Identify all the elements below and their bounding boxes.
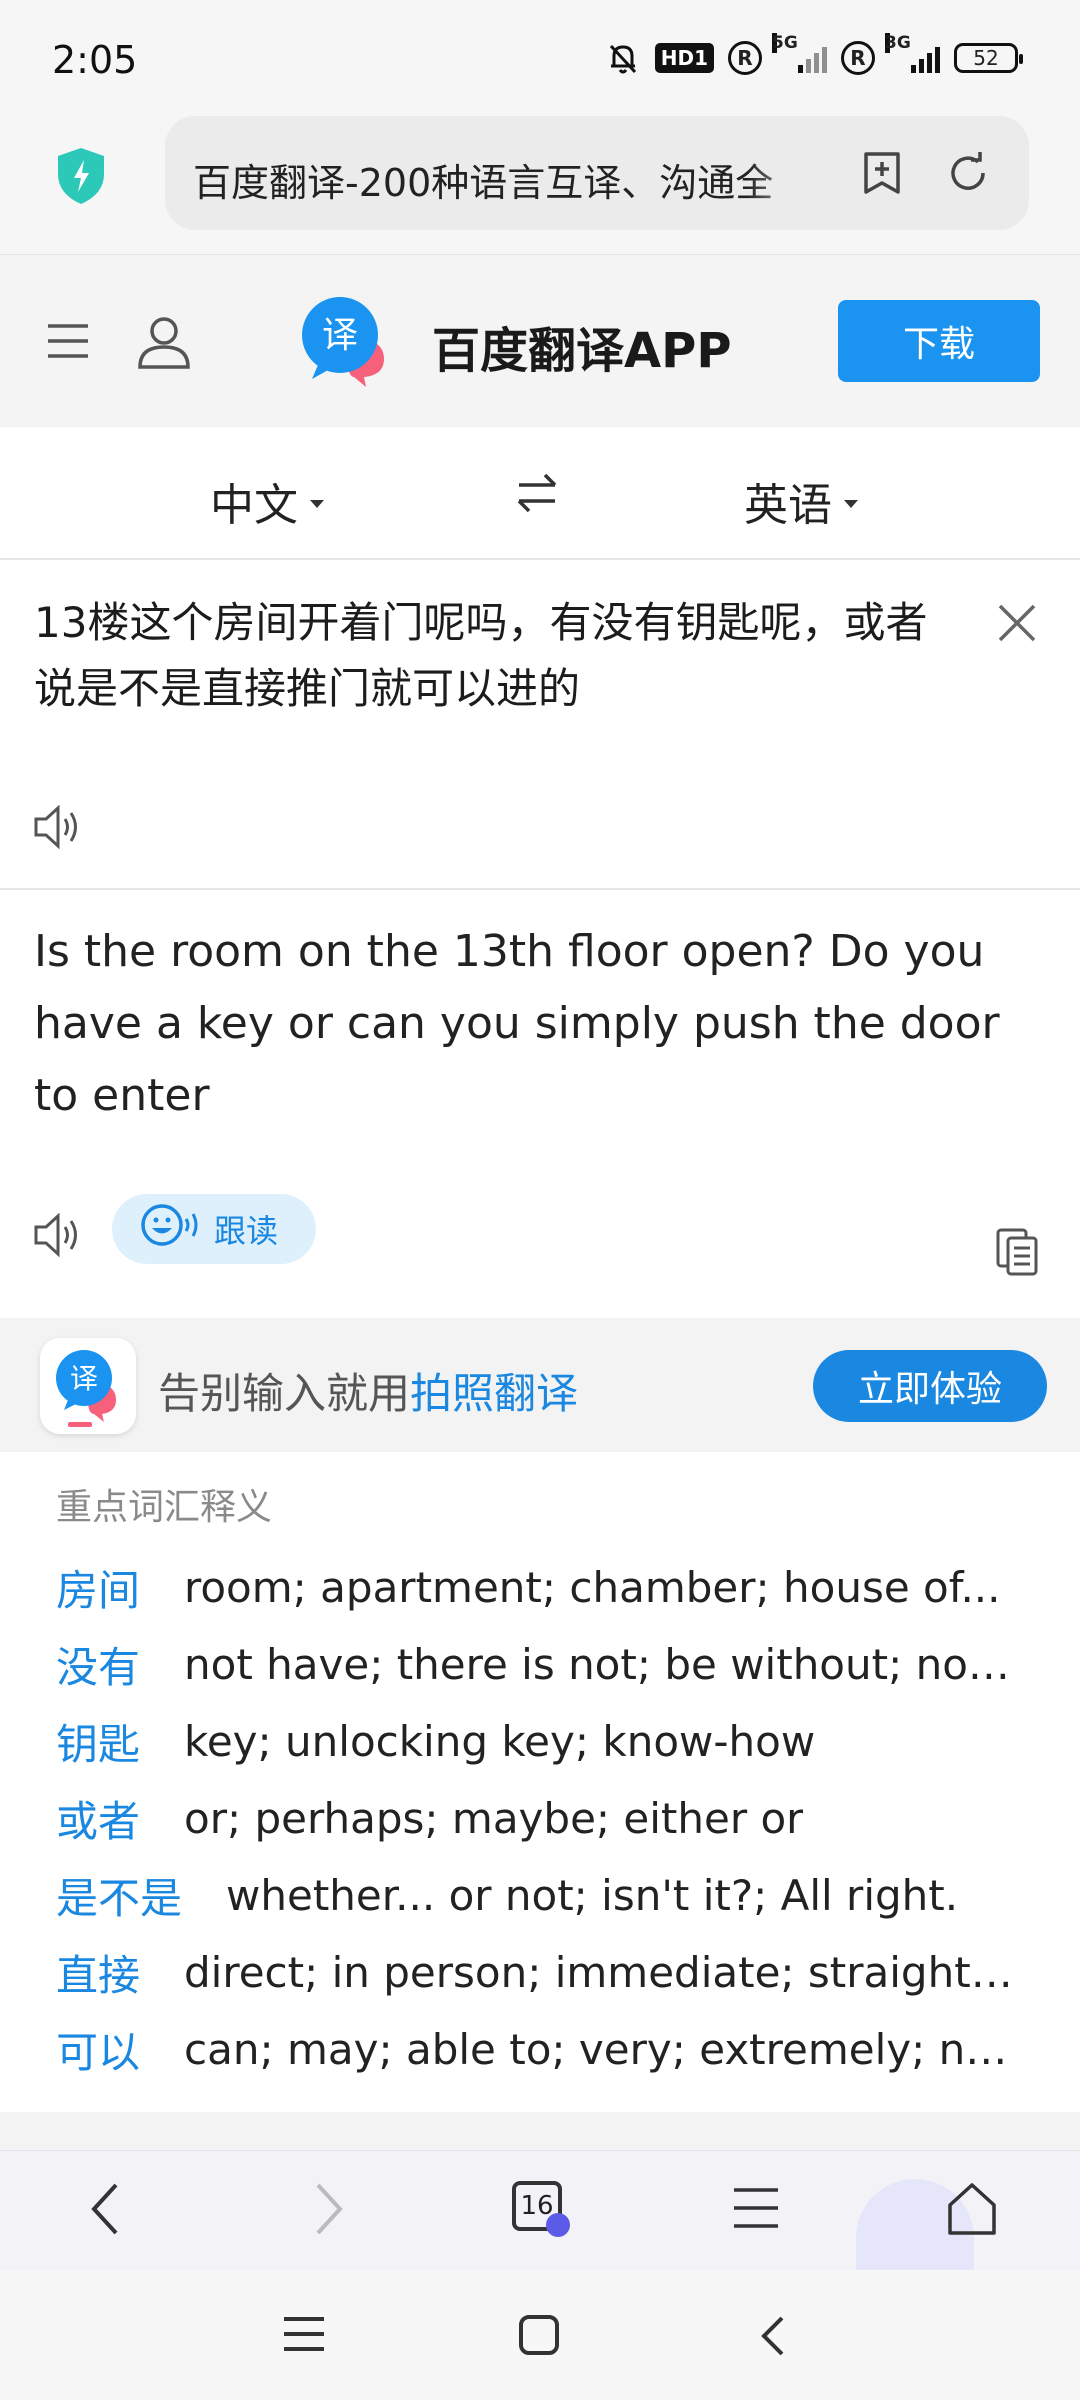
result-speaker-icon[interactable] (32, 1212, 82, 1262)
swap-languages-icon[interactable] (515, 471, 559, 519)
source-language-dropdown[interactable]: 中文 (210, 469, 324, 533)
status-bar: 2:05 HD1 R 5G R 3G 52 (0, 0, 1080, 110)
promo-text: 告别输入就用拍照翻译 (158, 1360, 578, 1421)
browser-bottom-nav: 16 (0, 2150, 1080, 2271)
system-back-icon[interactable] (758, 2314, 788, 2362)
vocab-item[interactable]: 直接 direct; in person; immediate; straight… (56, 1937, 1036, 2007)
language-selector-bar: 中文 英语 (0, 427, 1080, 560)
vocab-word: 是不是 (56, 1873, 183, 1923)
page-title[interactable]: 百度翻译-200种语言互译、沟通全 (193, 152, 823, 207)
roaming-icon-2: R (841, 41, 875, 75)
vocab-item[interactable]: 房间 room; apartment; chamber; house of... (56, 1552, 1036, 1622)
vocab-definition: or; perhaps; maybe; either or (184, 1793, 804, 1843)
promo-text-prefix: 告别输入就用 (158, 1369, 411, 1418)
vocab-word: 钥匙 (56, 1719, 141, 1769)
vocab-word: 直接 (56, 1950, 141, 2000)
chevron-down-icon (310, 500, 324, 508)
recent-apps-icon[interactable] (282, 2314, 326, 2358)
vocab-word: 没有 (56, 1642, 141, 1692)
vocab-definition: whether... or not; isn't it?; All right. (226, 1870, 959, 1920)
mute-bell-icon (605, 40, 641, 76)
status-time: 2:05 (52, 38, 138, 82)
vocab-heading: 重点词汇释义 (56, 1487, 273, 1528)
system-home-icon[interactable] (518, 2314, 560, 2360)
browser-toolbar: 百度翻译-200种语言互译、沟通全 (0, 110, 1080, 255)
system-nav-bar (0, 2270, 1080, 2400)
hd-badge: HD1 (654, 43, 714, 73)
source-language-label: 中文 (210, 480, 298, 531)
vocab-item[interactable]: 可以 can; may; able to; very; extremely; no… (56, 2014, 1036, 2084)
tabs-button[interactable]: 16 (512, 2181, 570, 2237)
promo-text-highlight: 拍照翻译 (410, 1369, 579, 1418)
vocab-definition: can; may; able to; very; extremely; not … (184, 2024, 1015, 2074)
section-divider (0, 2112, 1080, 2150)
vocab-word: 可以 (56, 2027, 141, 2077)
translation-result: Is the room on the 13th floor open? Do y… (0, 892, 1080, 1318)
copy-icon[interactable] (994, 1226, 1040, 1282)
chevron-down-icon (844, 500, 858, 508)
user-icon[interactable] (136, 313, 192, 373)
address-bar[interactable]: 百度翻译-200种语言互译、沟通全 (165, 116, 1029, 230)
vocab-item[interactable]: 钥匙 key; unlocking key; know-how (56, 1706, 1036, 1776)
target-language-label: 英语 (744, 480, 832, 531)
target-language-dropdown[interactable]: 英语 (744, 469, 858, 533)
translation-text: Is the room on the 13th floor open? Do y… (34, 926, 1000, 1121)
photo-translate-banner[interactable]: 译 告别输入就用拍照翻译 立即体验 (0, 1318, 1080, 1452)
svg-text:译: 译 (70, 1362, 98, 1395)
signal-type-label-2: 3G (885, 33, 911, 53)
home-icon[interactable] (944, 2181, 1000, 2241)
vocab-item[interactable]: 没有 not have; there is not; be without; no… (56, 1629, 1036, 1699)
vocab-definition: direct; in person; immediate; straightfo… (184, 1947, 1014, 1997)
tabs-badge-icon (546, 2213, 570, 2237)
add-bookmark-icon[interactable] (860, 150, 904, 200)
security-shield-icon[interactable] (54, 146, 108, 206)
download-button[interactable]: 下载 (838, 300, 1040, 382)
source-speaker-icon[interactable] (32, 804, 82, 854)
vocab-word: 或者 (56, 1796, 141, 1846)
vocab-word: 房间 (56, 1565, 141, 1615)
close-icon[interactable] (996, 602, 1038, 648)
menu-icon[interactable] (46, 321, 90, 365)
vocab-definition: not have; there is not; be without; not.… (184, 1639, 1015, 1689)
back-icon[interactable] (88, 2179, 124, 2243)
signal-icon-2: 3G (885, 33, 940, 73)
follow-read-label: 跟读 (214, 1212, 279, 1250)
roaming-icon: R (728, 41, 762, 75)
menu-lines-icon[interactable] (732, 2185, 780, 2235)
follow-read-button[interactable]: 跟读 (112, 1194, 316, 1264)
app-logo-icon: 译 (40, 1338, 136, 1434)
signal-type-label: 5G (772, 33, 798, 53)
baidu-translate-logo-icon: 译 (298, 297, 394, 389)
battery-icon: 52 (954, 43, 1023, 73)
vocab-definition: key; unlocking key; know-how (184, 1716, 816, 1766)
reload-icon[interactable] (945, 150, 991, 200)
app-header: 译 百度翻译APP 下载 (0, 255, 1080, 427)
vocab-definition: room; apartment; chamber; house of... (184, 1562, 1001, 1612)
source-text-area[interactable]: 13楼这个房间开着门呢吗，有没有钥匙呢，或者说是不是直接推门就可以进的 (0, 560, 1080, 890)
smile-voice-icon (140, 1203, 202, 1255)
status-icons: HD1 R 5G R 3G 52 (605, 33, 1023, 76)
try-now-button[interactable]: 立即体验 (813, 1350, 1047, 1422)
key-vocabulary-section: 重点词汇释义 房间 room; apartment; chamber; house… (0, 1452, 1080, 2112)
vocab-item[interactable]: 是不是 whether... or not; isn't it?; All rig… (56, 1860, 1036, 1930)
svg-text:译: 译 (322, 315, 358, 356)
source-text[interactable]: 13楼这个房间开着门呢吗，有没有钥匙呢，或者说是不是直接推门就可以进的 (34, 590, 964, 722)
forward-icon[interactable] (310, 2179, 346, 2243)
signal-icon-1: 5G (772, 33, 827, 73)
vocab-item[interactable]: 或者 or; perhaps; maybe; either or (56, 1783, 1036, 1853)
app-title: 百度翻译APP (432, 323, 732, 379)
